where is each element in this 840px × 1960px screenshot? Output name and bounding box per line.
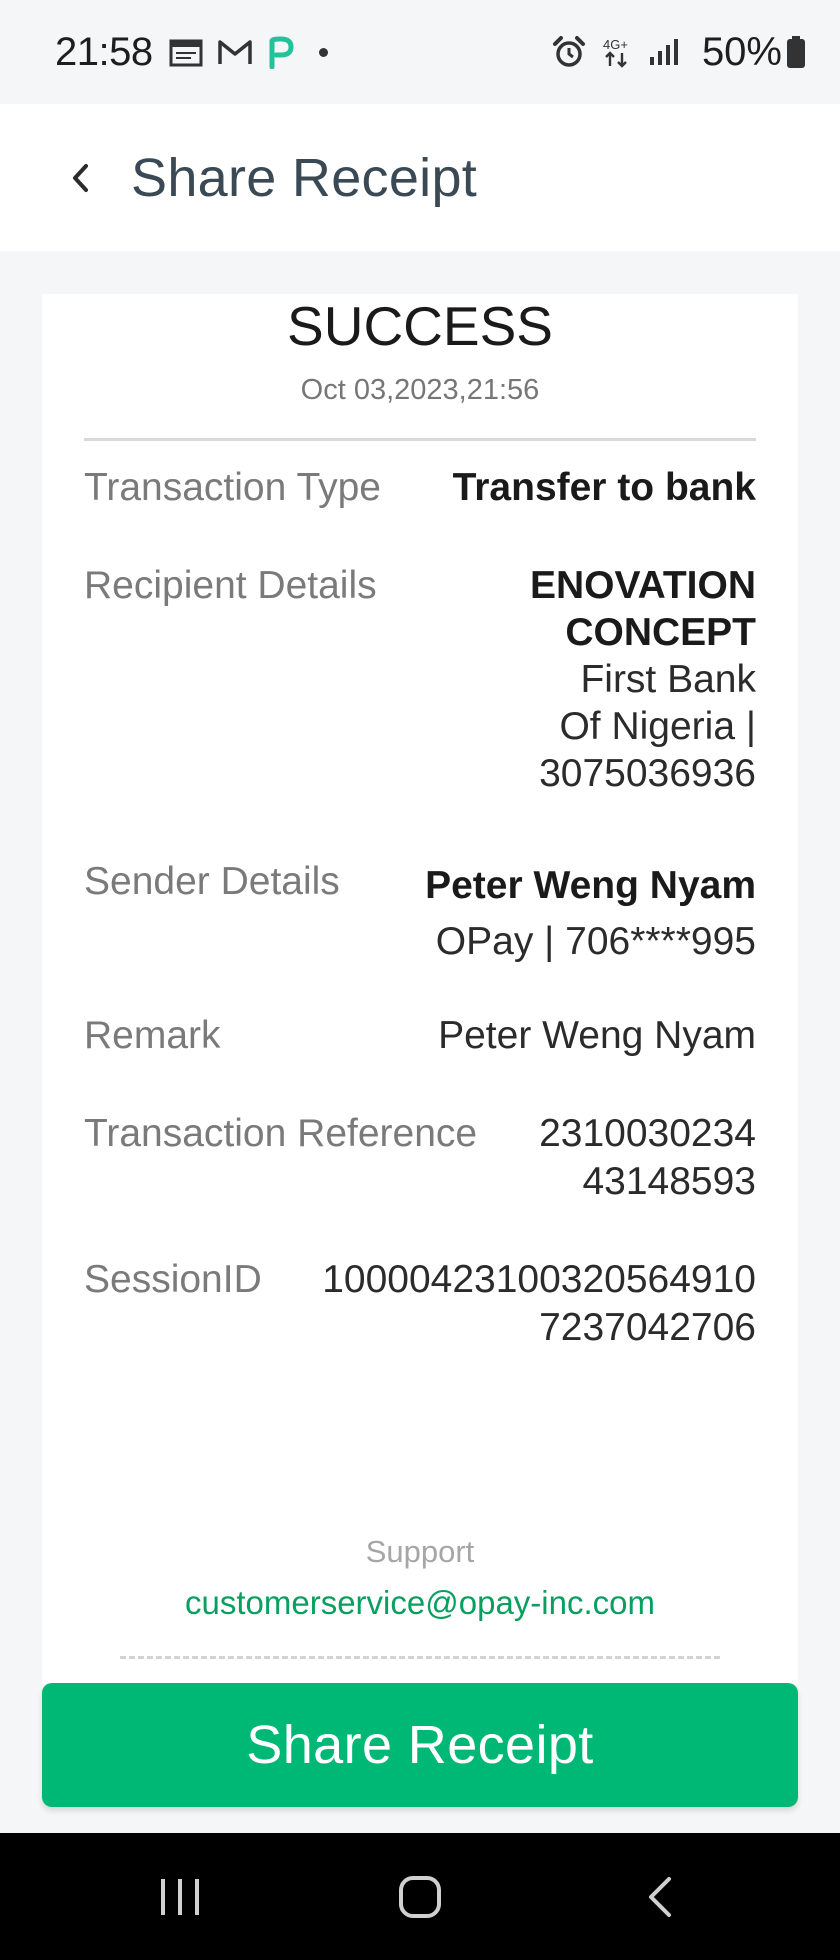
home-button[interactable]	[360, 1857, 480, 1937]
share-receipt-button[interactable]: Share Receipt	[42, 1683, 798, 1807]
transaction-reference-label: Transaction Reference	[84, 1112, 478, 1155]
receipt-card: SUCCESS Oct 03,2023,21:56 Transaction Ty…	[42, 294, 798, 1684]
session-id-label: SessionID	[84, 1258, 262, 1301]
transaction-type-value: Transfer to bank	[452, 466, 756, 509]
back-nav-button[interactable]	[600, 1857, 720, 1937]
alarm-icon	[552, 35, 586, 69]
chevron-left-icon	[73, 163, 88, 192]
session-id-line1: 10000423100320564910	[322, 1258, 756, 1301]
status-time: 21:58	[55, 29, 153, 74]
gmail-icon	[217, 38, 253, 66]
session-id-value: 10000423100320564910 7237042706	[322, 1256, 756, 1352]
status-bar-right: 4G+ 50%	[552, 30, 806, 75]
recent-apps-button[interactable]	[120, 1857, 240, 1937]
network-label: 4G+	[603, 37, 628, 52]
support-email-link[interactable]: customerservice@opay-inc.com	[42, 1584, 798, 1622]
transaction-date: Oct 03,2023,21:56	[300, 374, 540, 406]
sender-details-value: Peter Weng Nyam OPay | 706****995	[425, 858, 756, 970]
divider	[84, 438, 756, 441]
signal-icon	[648, 37, 680, 67]
back-nav-icon	[649, 1876, 671, 1917]
sender-account: OPay | 706****995	[435, 920, 756, 963]
recipient-bank-line1: First Bank	[580, 658, 756, 701]
dot-icon	[318, 47, 328, 57]
recipient-bank-line2: Of Nigeria |	[559, 705, 756, 748]
back-button[interactable]	[40, 138, 120, 218]
recipient-name-line2: CONCEPT	[565, 611, 756, 654]
calendar-icon	[169, 37, 203, 67]
page-title: Share Receipt	[131, 147, 478, 208]
recipient-details-label: Recipient Details	[84, 564, 377, 607]
transaction-reference-line2: 43148593	[582, 1160, 756, 1203]
battery-icon	[786, 35, 806, 69]
transaction-status: SUCCESS	[287, 295, 553, 357]
sender-details-label: Sender Details	[84, 860, 340, 903]
transaction-type-label: Transaction Type	[84, 466, 381, 509]
battery-level: 50%	[701, 29, 782, 74]
recipient-account: 3075036936	[539, 752, 756, 795]
transaction-reference-value: 2310030234 43148593	[539, 1110, 756, 1206]
status-bar: 21:58 4G+ 50%	[0, 0, 840, 104]
remark-label: Remark	[84, 1014, 221, 1057]
4g-data-icon: 4G+	[600, 35, 634, 69]
session-id-line2: 7237042706	[539, 1306, 756, 1349]
share-receipt-button-label: Share Receipt	[246, 1715, 594, 1775]
status-bar-left: 21:58	[55, 30, 328, 75]
sender-name: Peter Weng Nyam	[425, 864, 756, 907]
recipient-details-value: ENOVATION CONCEPT First Bank Of Nigeria …	[530, 562, 756, 797]
transaction-reference-line1: 2310030234	[539, 1112, 756, 1155]
recipient-name-line1: ENOVATION	[529, 564, 756, 607]
p-app-icon	[267, 35, 295, 69]
dashed-divider	[120, 1656, 720, 1659]
support-label: Support	[365, 1534, 475, 1569]
remark-value: Peter Weng Nyam	[438, 1014, 756, 1057]
system-nav-bar	[0, 1833, 840, 1960]
app-bar: Share Receipt	[0, 104, 840, 251]
home-icon	[399, 1875, 441, 1918]
recent-apps-icon	[161, 1878, 199, 1915]
